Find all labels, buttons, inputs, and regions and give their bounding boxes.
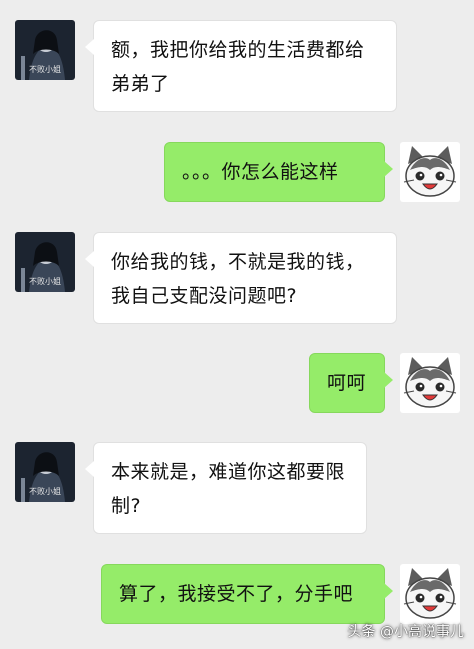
contact-avatar-image: 不败小姐: [15, 442, 75, 502]
contact-avatar-image: 不败小姐: [15, 232, 75, 292]
message-row: 。。。你怎么能这样: [0, 142, 474, 202]
cat-avatar[interactable]: [400, 353, 460, 413]
message-text: 额，我把你给我的生活费都给弟弟了: [111, 39, 365, 95]
message-text: 本来就是，难道你这都要限制?: [111, 461, 346, 517]
contact-avatar[interactable]: 不败小姐: [15, 442, 75, 502]
message-row: 呵呵: [0, 353, 474, 413]
message-bubble-received[interactable]: 本来就是，难道你这都要限制?: [85, 442, 367, 534]
contact-avatar-caption: 不败小姐: [29, 64, 61, 74]
message-text: 算了，我接受不了，分手吧: [119, 583, 354, 605]
message-bubble-sent[interactable]: 。。。你怎么能这样: [164, 142, 393, 202]
message-bubble-received[interactable]: 你给我的钱，不就是我的钱，我自己支配没问题吧?: [85, 232, 397, 324]
contact-avatar-image: 不败小姐: [15, 20, 75, 80]
message-bubble-received[interactable]: 额，我把你给我的生活费都给弟弟了: [85, 20, 397, 112]
message-row: 不败小姐 额，我把你给我的生活费都给弟弟了: [0, 20, 474, 112]
cat-avatar[interactable]: [400, 142, 460, 202]
cat-avatar-image: [400, 564, 460, 624]
message-text: 你给我的钱，不就是我的钱，我自己支配没问题吧?: [111, 251, 365, 307]
message-row: 不败小姐 本来就是，难道你这都要限制?: [0, 442, 474, 534]
message-bubble-sent[interactable]: 算了，我接受不了，分手吧: [101, 564, 393, 624]
cat-avatar-image: [400, 353, 460, 413]
contact-avatar-caption: 不败小姐: [29, 276, 61, 286]
message-row: 算了，我接受不了，分手吧: [0, 564, 474, 624]
message-text: 。。。你怎么能这样: [182, 161, 339, 183]
message-text: 呵呵: [327, 372, 367, 394]
cat-avatar-image: [400, 142, 460, 202]
contact-avatar[interactable]: 不败小姐: [15, 232, 75, 292]
cat-avatar[interactable]: [400, 564, 460, 624]
watermark: 头条 @小高说事儿: [347, 624, 464, 640]
contact-avatar[interactable]: 不败小姐: [15, 20, 75, 80]
message-bubble-sent[interactable]: 呵呵: [309, 353, 393, 413]
contact-avatar-caption: 不败小姐: [29, 486, 61, 496]
message-row: 不败小姐 你给我的钱，不就是我的钱，我自己支配没问题吧?: [0, 232, 474, 324]
